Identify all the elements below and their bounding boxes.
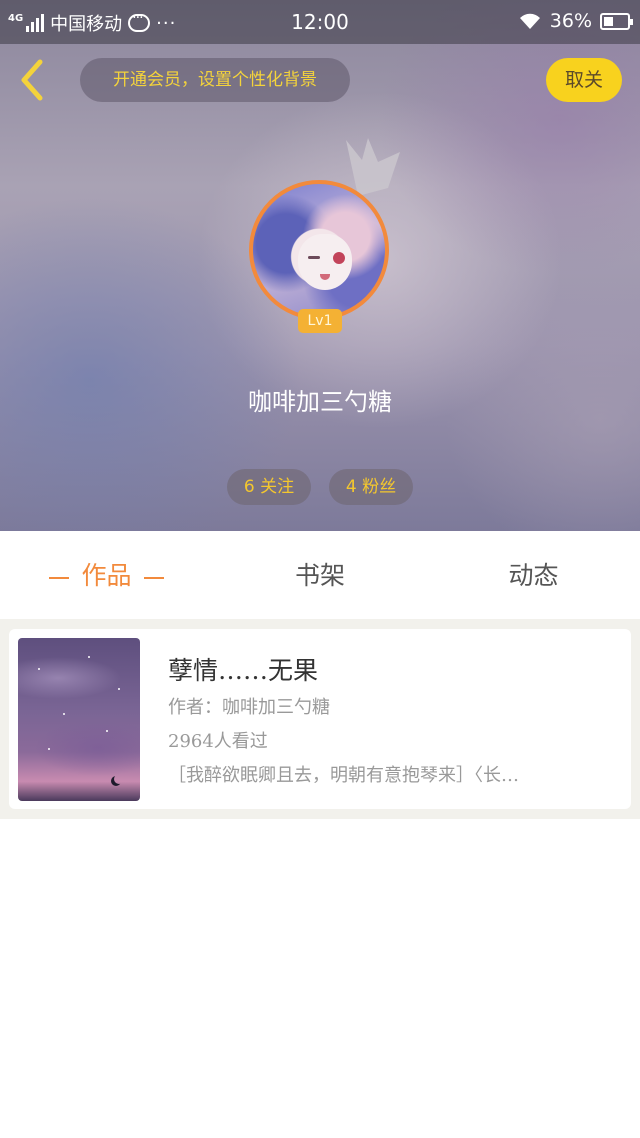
username: 咖啡加三勺糖	[248, 388, 392, 416]
following-count-button[interactable]: 6 关注	[227, 469, 311, 505]
fans-count-button[interactable]: 4 粉丝	[329, 469, 413, 505]
tab-label: 作品	[81, 561, 132, 590]
work-author: 作者：咖啡加三勺糖	[168, 697, 330, 718]
tab-bookshelf[interactable]: 书架	[213, 531, 427, 619]
moon-icon	[114, 774, 124, 784]
profile-header: 4G 中国移动 ··· 12:00 36% 开通会员，设置个性化背景 取关	[0, 0, 640, 531]
avatar[interactable]	[249, 180, 389, 320]
work-description: ［我醉欲眠卿且去，明朝有意抱琴来］〈长…	[168, 765, 519, 786]
wifi-icon	[519, 13, 540, 29]
tab-label: 书架	[294, 561, 345, 590]
work-view-count: 2964人看过	[168, 731, 268, 752]
tab-indicator-left	[49, 576, 70, 579]
vip-background-prompt[interactable]: 开通会员，设置个性化背景	[80, 58, 350, 102]
battery-percent: 36%	[549, 10, 592, 32]
avatar-face	[298, 234, 352, 290]
tab-label: 动态	[508, 561, 559, 590]
work-card[interactable]: 孽情……无果 作者：咖啡加三勺糖 2964人看过 ［我醉欲眠卿且去，明朝有意抱琴…	[9, 629, 631, 809]
tab-works[interactable]: 作品	[0, 531, 213, 619]
profile-tabs: 作品 书架 动态	[0, 531, 640, 619]
battery-icon	[600, 12, 633, 30]
back-button[interactable]	[14, 56, 54, 104]
level-badge: Lv1	[298, 309, 342, 333]
tab-activity[interactable]: 动态	[427, 531, 640, 619]
status-bar: 4G 中国移动 ··· 12:00 36%	[0, 0, 640, 44]
chevron-left-icon	[21, 59, 43, 101]
unfollow-button[interactable]: 取关	[546, 58, 622, 102]
status-right: 36%	[518, 10, 633, 32]
work-cover-image[interactable]	[18, 638, 140, 801]
tab-indicator-right	[143, 576, 164, 579]
work-title: 孽情……无果	[168, 656, 319, 685]
